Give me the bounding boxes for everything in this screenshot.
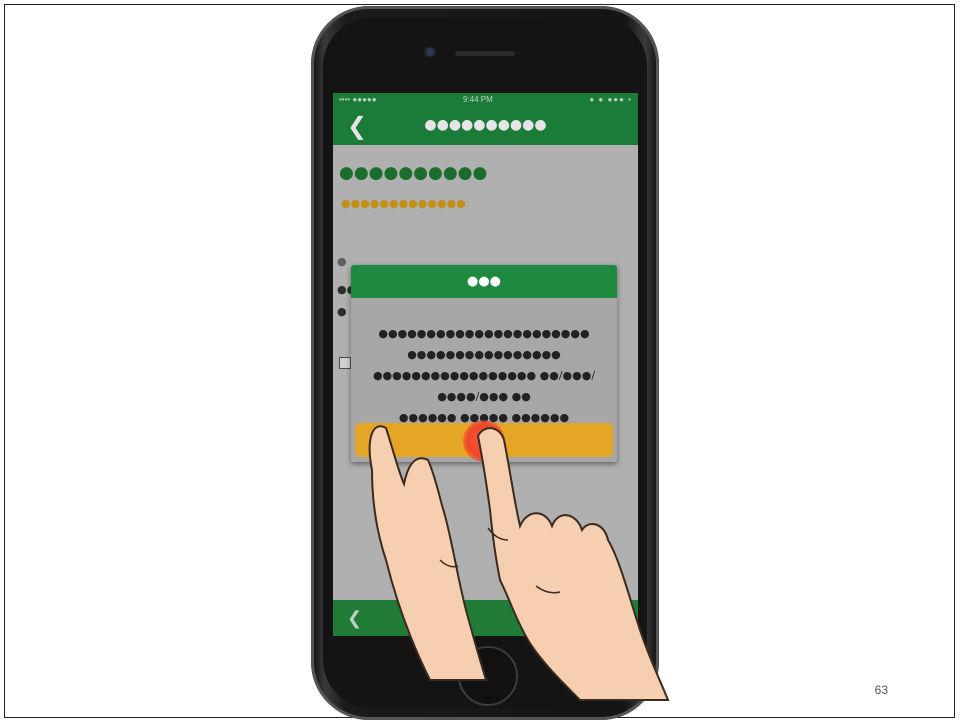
dialog-message: ●●●●●●●●●●●●●●●●●●●●●● ●●●●●●●●●●●●●●●● … [361, 323, 607, 428]
dialog-message-line-1: ●●●●●●●●●●●●●●●●●●●●●● ●●●●●●●●●●●●●●●● [378, 327, 590, 361]
speaker-grille [455, 51, 515, 56]
camera-icon [426, 48, 434, 56]
home-button[interactable] [458, 646, 518, 706]
dialog-title: ●●● [351, 265, 617, 298]
tap-indicator [463, 420, 505, 462]
page-number: 63 [874, 683, 888, 697]
dialog-message-line-2: ●●●●●●●●●●●●●●●●● ●●/●●●/●●●●/●●● ●● [372, 369, 596, 403]
